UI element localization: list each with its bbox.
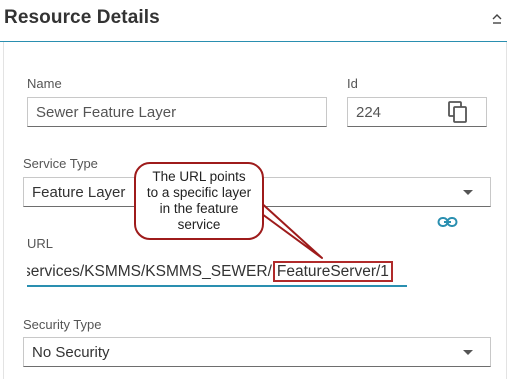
security-type-label: Security Type [23,317,102,332]
callout-line-3: in the feature [159,201,239,216]
resource-details-panel: Resource Details Name Sewer Feature Laye… [0,0,507,379]
callout-line-1: The URL points [152,169,246,184]
service-type-label: Service Type [23,156,98,171]
dropdown-arrow-icon [463,350,473,355]
link-icon[interactable] [437,215,458,229]
id-value: 224 [356,104,382,121]
url-prefix: services/KSMMS/KSMMS_SEWER/ [27,263,272,280]
panel-title: Resource Details [4,7,160,28]
service-type-value: Feature Layer [32,184,126,201]
url-highlight: FeatureServer/1 [272,261,393,282]
copy-icon[interactable] [448,101,468,123]
url-value: services/KSMMS/KSMMS_SEWER/FeatureServer… [27,261,393,282]
annotation-callout: The URL points to a specific layer in th… [134,162,264,240]
callout-line-2: to a specific layer [146,185,252,200]
security-type-value: No Security [32,344,110,361]
name-value: Sewer Feature Layer [36,104,177,121]
security-type-select[interactable]: No Security [23,337,491,367]
url-label: URL [27,236,54,251]
chevron-up-icon[interactable] [490,10,504,28]
url-input[interactable]: services/KSMMS/KSMMS_SEWER/FeatureServer… [27,258,407,287]
callout-line-4: service [177,217,221,232]
id-label: Id [347,76,358,91]
panel-header: Resource Details [0,0,507,42]
name-field[interactable]: Sewer Feature Layer [27,97,327,127]
dropdown-arrow-icon [463,190,473,195]
name-label: Name [27,76,62,91]
